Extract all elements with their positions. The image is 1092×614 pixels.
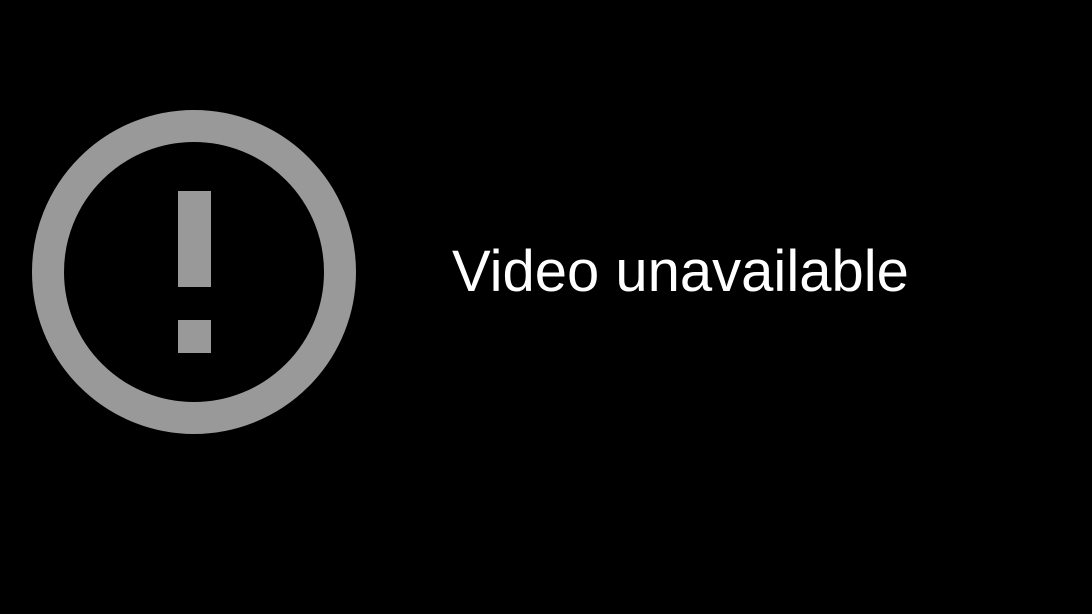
exclamation-circle-icon <box>32 110 356 434</box>
video-player: Video unavailable <box>0 0 1092 614</box>
error-message: Video unavailable <box>452 239 909 304</box>
